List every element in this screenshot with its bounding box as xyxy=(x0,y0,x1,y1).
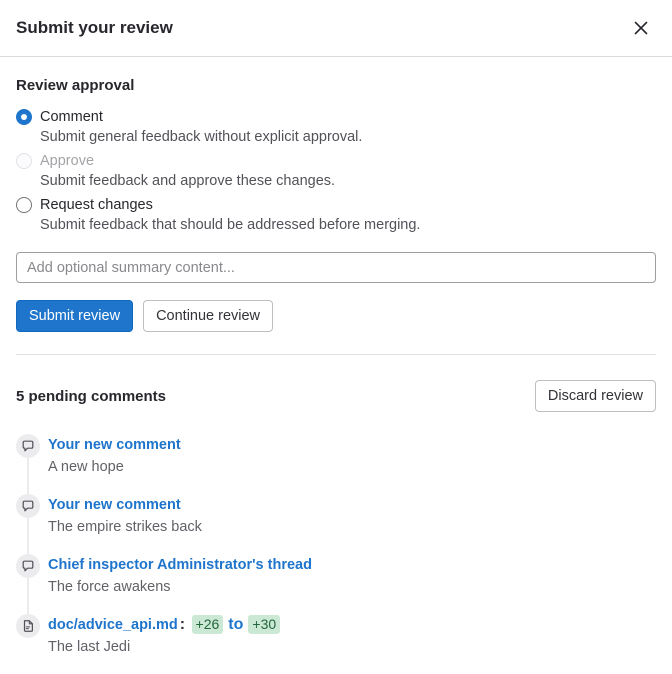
radio-comment-label[interactable]: Comment xyxy=(40,107,656,127)
line-to-badge: +30 xyxy=(248,615,280,634)
pending-comment-item: Your new comment The empire strikes back xyxy=(16,494,656,538)
comment-link[interactable]: Your new comment xyxy=(48,497,181,513)
continue-review-button[interactable]: Continue review xyxy=(143,300,273,332)
comment-subtitle: The empire strikes back xyxy=(48,516,656,538)
radio-comment-description: Submit general feedback without explicit… xyxy=(40,127,656,147)
radio-request-changes-unselected[interactable] xyxy=(16,197,32,213)
pending-comments-list: Your new comment A new hope Your new com… xyxy=(16,434,656,658)
thread-link[interactable]: Chief inspector Administrator's thread xyxy=(48,557,312,573)
comment-subtitle: The force awakens xyxy=(48,576,656,598)
radio-approve-description: Submit feedback and approve these change… xyxy=(40,171,656,191)
radio-request-changes-description: Submit feedback that should be addressed… xyxy=(40,215,656,235)
comment-icon xyxy=(16,494,40,518)
timeline-connector xyxy=(27,458,29,494)
comment-subtitle: A new hope xyxy=(48,456,656,478)
section-divider xyxy=(16,354,656,355)
dialog-title: Submit your review xyxy=(16,18,173,38)
file-link[interactable]: doc/advice_api.md xyxy=(48,617,178,633)
radio-approve-disabled xyxy=(16,153,32,169)
file-line-separator: : xyxy=(180,616,185,633)
discard-review-button[interactable]: Discard review xyxy=(535,380,656,412)
radio-option-request-changes[interactable]: Request changes Submit feedback that sho… xyxy=(16,195,656,235)
pending-comments-header: 5 pending comments Discard review xyxy=(16,380,656,412)
radio-comment-selected[interactable] xyxy=(16,109,32,125)
submit-review-dialog: Submit your review Review approval Comme… xyxy=(0,0,672,658)
dialog-header: Submit your review xyxy=(0,0,672,57)
pending-comment-item: Your new comment A new hope xyxy=(16,434,656,478)
close-button[interactable] xyxy=(630,17,652,39)
pending-comment-item: Chief inspector Administrator's thread T… xyxy=(16,554,656,598)
line-from-badge: +26 xyxy=(192,615,224,634)
comment-icon xyxy=(16,434,40,458)
radio-option-approve: Approve Submit feedback and approve thes… xyxy=(16,151,656,191)
pending-file-comment-item: doc/advice_api.md: +26to +30 The last Jed… xyxy=(16,614,656,658)
submit-review-button[interactable]: Submit review xyxy=(16,300,133,332)
radio-request-changes-label[interactable]: Request changes xyxy=(40,195,656,215)
radio-approve-label: Approve xyxy=(40,151,656,171)
line-to-text: to xyxy=(228,616,243,633)
comment-icon xyxy=(16,554,40,578)
timeline-connector xyxy=(27,518,29,554)
close-icon xyxy=(634,21,648,35)
radio-option-comment[interactable]: Comment Submit general feedback without … xyxy=(16,107,656,147)
review-button-row: Submit review Continue review xyxy=(16,300,656,332)
comment-subtitle: The last Jedi xyxy=(48,636,656,658)
summary-input[interactable] xyxy=(16,252,656,283)
review-approval-heading: Review approval xyxy=(16,77,656,94)
pending-comments-heading: 5 pending comments xyxy=(16,388,166,405)
comment-link[interactable]: Your new comment xyxy=(48,437,181,453)
timeline-connector xyxy=(27,578,29,614)
file-icon xyxy=(16,614,40,638)
dialog-body: Review approval Comment Submit general f… xyxy=(0,77,672,658)
